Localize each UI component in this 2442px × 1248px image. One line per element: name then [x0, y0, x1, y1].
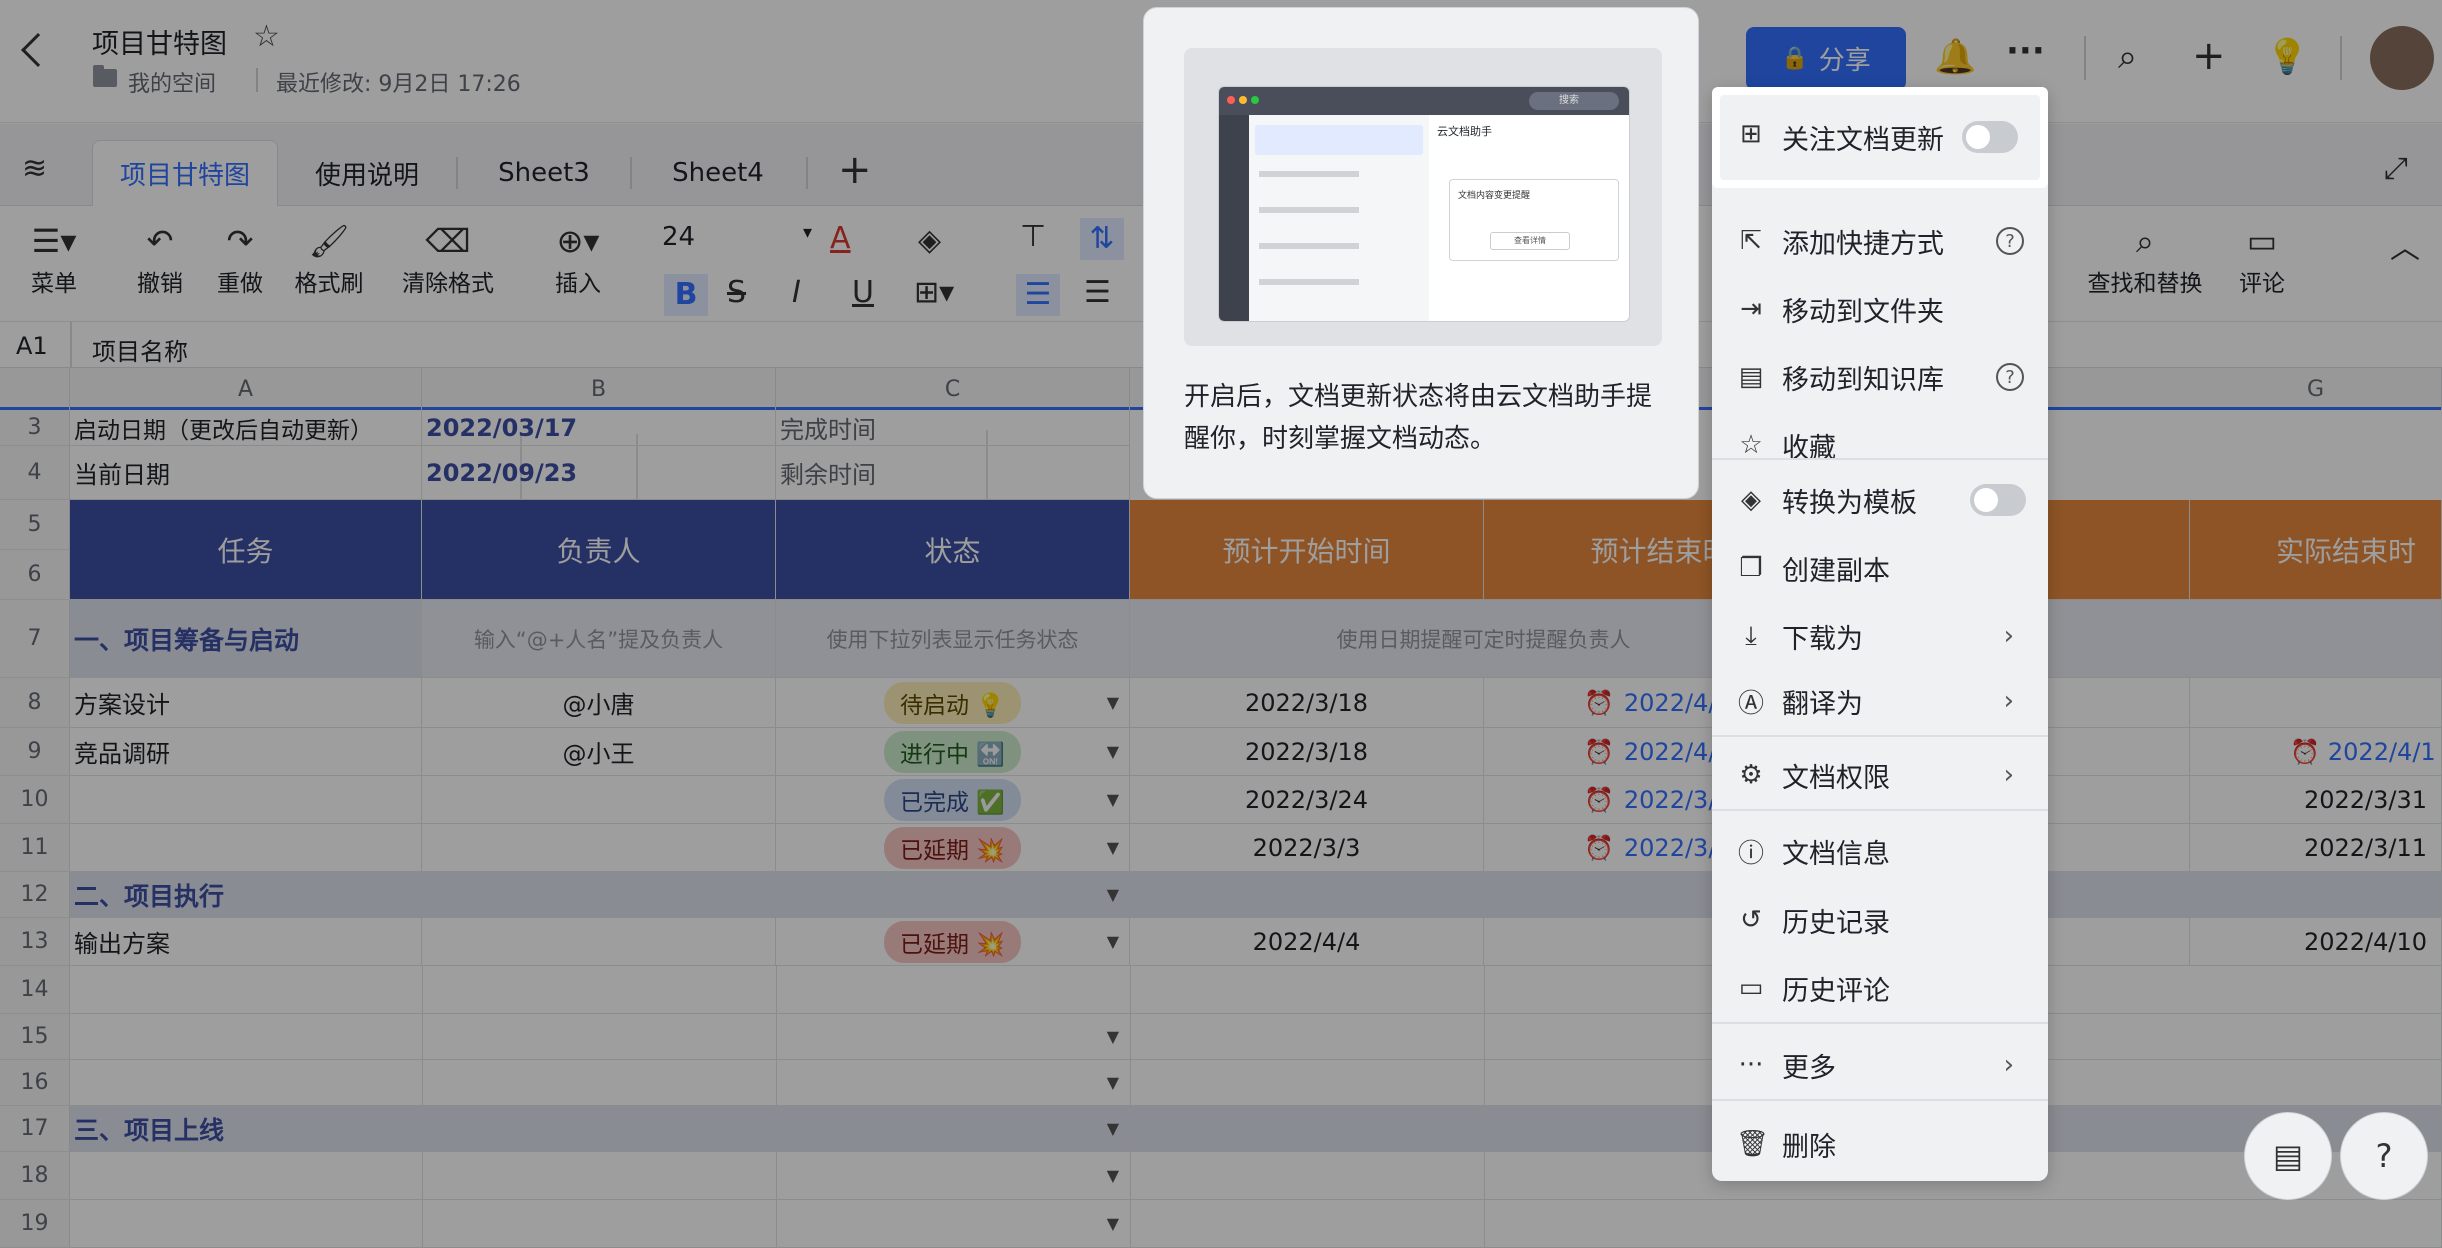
preview-list-item: [1255, 125, 1423, 155]
chevron-right-icon: ›: [2003, 1050, 2014, 1080]
menu-label: 更多: [1782, 1052, 1836, 1084]
help-icon[interactable]: ?: [1996, 363, 2024, 391]
menu-item-move-wiki[interactable]: ▤ 移动到知识库?: [1712, 349, 2048, 405]
preview-window: 搜索 云文档助手 文档内容变更提醒 查看详情: [1218, 86, 1630, 322]
preview-list-item: [1259, 207, 1359, 213]
menu-item-follow-updates[interactable]: ⊞ 关注文档更新: [1720, 95, 2040, 180]
download-icon: ⤓: [1745, 620, 1757, 651]
preview-titlebar: 搜索: [1219, 87, 1629, 115]
menu-divider: [1712, 1022, 2048, 1024]
star-icon: ☆: [1739, 430, 1763, 460]
menu-label: 文档权限: [1782, 762, 1890, 794]
menu-item-delete[interactable]: 🗑 删除: [1712, 1116, 2048, 1172]
chevron-right-icon: ›: [2003, 621, 2014, 651]
help-icon: ?: [2375, 1137, 2393, 1175]
menu-item-more[interactable]: ··· 更多 ›: [1712, 1037, 2048, 1093]
menu-label: 添加快捷方式: [1782, 228, 1944, 260]
trash-icon: 🗑: [1736, 1129, 1770, 1159]
preview-title: 云文档助手: [1437, 125, 1492, 138]
help-fab[interactable]: ?: [2340, 1112, 2428, 1200]
shortcut-icon: ⇱: [1740, 226, 1762, 256]
menu-item-move-folder[interactable]: ⇥ 移动到文件夹: [1712, 281, 2048, 337]
document-fab[interactable]: ▤: [2244, 1112, 2332, 1200]
gear-icon: ⚙: [1739, 760, 1763, 790]
preview-sidebar: [1219, 115, 1249, 321]
menu-item-permission[interactable]: ⚙ 文档权限 ›: [1712, 747, 2048, 803]
bookmark-plus-icon: ⊞: [1740, 119, 1762, 149]
menu-label: 移动到知识库: [1782, 364, 1944, 396]
menu-item-to-template[interactable]: ◈ 转换为模板: [1712, 472, 2048, 528]
menu-label: 关注文档更新: [1782, 125, 1944, 156]
preview-frame: 搜索 云文档助手 文档内容变更提醒 查看详情: [1184, 48, 1662, 346]
menu-item-history-comment[interactable]: ▭ 历史评论: [1712, 960, 2048, 1016]
history-icon: ↺: [1740, 905, 1762, 935]
menu-item-info[interactable]: ⓘ 文档信息: [1712, 823, 2048, 879]
chevron-right-icon: ›: [2003, 686, 2014, 716]
follow-tip-popover: 搜索 云文档助手 文档内容变更提醒 查看详情 开启后，文档更新状态将由云文档助手…: [1143, 7, 1699, 499]
more-icon: ···: [1738, 1050, 1764, 1080]
preview-list-item: [1259, 279, 1359, 285]
comment-history-icon: ▭: [1738, 973, 1764, 1003]
wiki-icon: ▤: [1738, 362, 1764, 392]
copy-icon: ❐: [1739, 553, 1763, 583]
menu-label: 移动到文件夹: [1782, 296, 1944, 328]
move-icon: ⇥: [1740, 294, 1762, 324]
template-toggle[interactable]: [1970, 484, 2026, 516]
menu-item-copy[interactable]: ❐ 创建副本: [1712, 540, 2048, 596]
document-icon: ▤: [2272, 1137, 2304, 1175]
window-dot: [1251, 96, 1259, 104]
menu-divider: [1712, 809, 2048, 811]
menu-label: 下载为: [1782, 623, 1863, 655]
preview-button: 查看详情: [1490, 232, 1570, 250]
info-icon: ⓘ: [1737, 838, 1764, 869]
highlight-frame: ⊞ 关注文档更新: [1712, 87, 2048, 188]
menu-label: 创建副本: [1782, 555, 1890, 587]
menu-divider: [1712, 1099, 2048, 1101]
window-dot: [1239, 96, 1247, 104]
translate-icon: Ⓐ: [1737, 688, 1764, 719]
menu-label: 文档信息: [1782, 838, 1890, 870]
menu-item-translate[interactable]: Ⓐ 翻译为 ›: [1712, 673, 2048, 729]
window-dot: [1227, 96, 1235, 104]
menu-divider: [1712, 458, 2048, 460]
chevron-right-icon: ›: [2003, 760, 2014, 790]
preview-list-item: [1259, 243, 1359, 249]
template-icon: ◈: [1741, 485, 1761, 515]
preview-list: [1249, 115, 1429, 321]
menu-label: 历史评论: [1782, 975, 1890, 1007]
menu-item-add-shortcut[interactable]: ⇱ 添加快捷方式?: [1712, 213, 2048, 269]
menu-label: 翻译为: [1782, 688, 1863, 720]
preview-list-item: [1259, 171, 1359, 177]
menu-label: 转换为模板: [1782, 487, 1917, 519]
menu-item-favorite[interactable]: ☆ 收藏: [1712, 417, 2048, 473]
preview-search: 搜索: [1529, 92, 1619, 110]
menu-label: 删除: [1782, 1131, 1836, 1163]
menu-item-history[interactable]: ↺ 历史记录: [1712, 892, 2048, 948]
preview-card: 文档内容变更提醒 查看详情: [1449, 179, 1619, 261]
preview-card-title: 文档内容变更提醒: [1458, 191, 1531, 201]
menu-divider: [1712, 735, 2048, 737]
menu-label: 历史记录: [1782, 907, 1890, 939]
help-icon[interactable]: ?: [1996, 227, 2024, 255]
menu-item-download[interactable]: ⤓ 下载为 ›: [1712, 608, 2048, 664]
follow-toggle[interactable]: [1962, 121, 2018, 153]
more-menu: ⇱ 添加快捷方式? ⇥ 移动到文件夹 ▤ 移动到知识库? ☆ 收藏 ◈ 转换为模板 ❐ 创建…: [1712, 87, 2048, 1181]
popover-text: 开启后，文档更新状态将由云文档助手提醒你，时刻掌握文档动态。: [1184, 382, 1653, 454]
